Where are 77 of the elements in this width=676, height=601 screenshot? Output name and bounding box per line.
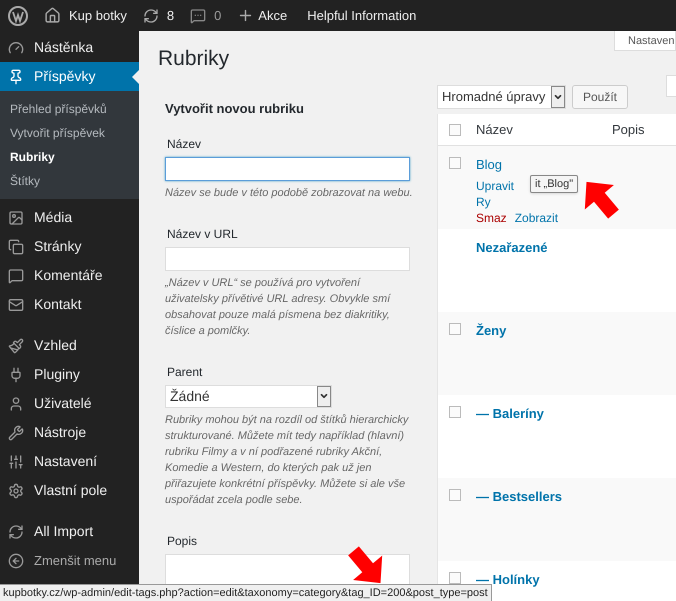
sidebar-item[interactable]: All Import <box>0 517 139 546</box>
column-header[interactable]: Název <box>476 120 612 140</box>
field-label: Parent <box>166 364 204 380</box>
category-name-link[interactable]: Nezařazené <box>476 238 548 258</box>
description-textarea[interactable] <box>165 554 410 584</box>
field-hint: „Název v URL“ se používá pro vytvoření uživatelsky přívětivé URL adresy. Obvykle smí obsahovat pouze malá písmena bez diakritiky, číslice a pomlčky. <box>165 276 392 338</box>
sliders-icon <box>8 454 24 470</box>
submenu-item[interactable]: Vytvořit příspěvek <box>0 121 139 145</box>
category-name-link[interactable]: — Bestsellers <box>476 487 562 506</box>
sidebar-item[interactable]: Stránky <box>0 232 139 261</box>
row-action-link[interactable]: Zobrazit <box>514 210 558 226</box>
checkbox[interactable] <box>449 323 461 335</box>
brush-icon <box>8 338 24 354</box>
checkbox[interactable] <box>449 124 461 136</box>
sidebar-item[interactable]: Vzhled <box>0 331 139 360</box>
field-label: Popis <box>166 532 198 550</box>
submenu-item[interactable]: Štítky <box>0 169 139 193</box>
bulk-actions-select[interactable]: Hromadné úpravy <box>437 85 566 109</box>
screen-options-tab[interactable]: Nastaven <box>614 31 676 51</box>
submenu-item[interactable]: Rubriky <box>0 145 139 169</box>
category-name-link[interactable]: — Baleríny <box>476 404 544 424</box>
comments-count[interactable]: 0 <box>214 6 222 26</box>
updates-icon <box>142 8 159 24</box>
apply-button[interactable]: Použít <box>572 85 628 109</box>
dropdown-caret-icon <box>553 92 563 102</box>
sidebar-item[interactable]: Pluginy <box>0 360 139 389</box>
checkbox[interactable] <box>449 572 461 584</box>
updates-count[interactable]: 8 <box>166 6 174 26</box>
sidebar-item[interactable]: Uživatelé <box>0 389 139 418</box>
submenu-item[interactable]: Přehled příspěvků <box>0 97 139 121</box>
row-action-link[interactable]: Upravit <box>476 178 514 194</box>
sidebar-item[interactable]: Kontakt <box>0 290 139 319</box>
sidebar-item[interactable]: Komentáře <box>0 261 139 290</box>
tooltip: it „Blog" <box>530 175 578 193</box>
field-label: Název v URL <box>166 226 239 242</box>
pages-icon <box>8 238 24 254</box>
page-title: Rubriky <box>158 46 230 72</box>
sidebar-item[interactable]: Vlastní pole <box>0 476 139 505</box>
pin-icon <box>8 68 24 84</box>
site-name-link[interactable]: Kup botky <box>69 6 127 26</box>
image-icon <box>8 210 24 226</box>
user-icon <box>8 396 24 412</box>
delete-link[interactable]: Smaz <box>476 210 507 226</box>
field-hint: Název se bude v této podobě zobrazovat na webu. <box>165 186 413 200</box>
refresh-icon <box>8 524 24 540</box>
home-icon <box>44 7 61 24</box>
field-label: Název <box>166 136 202 152</box>
field-hint: Rubriky mohou být na rozdíl od štítků hierarchicky strukturované. Můžete mít tedy například (hlavní) rubriku Filmy a v ní podřazené rubriky Akční, Komedie a Western, do kterých pak už jen přiřazujete konkrétní příspěvky. Můžete si ale vše uspořádat zcela podle sebe. <box>165 412 410 508</box>
status-bar-url: kupbotky.cz/wp-admin/edit-tags.php?action=edit&taxonomy=category&tag_ID=200&post_type=post <box>0 584 492 601</box>
comment-icon <box>8 268 24 284</box>
parent-select[interactable]: Žádné <box>165 384 332 408</box>
collapse-menu-button[interactable]: Zmenšit menu <box>0 548 139 574</box>
current-indicator-icon <box>132 70 139 84</box>
text-field[interactable] <box>165 156 410 180</box>
gauge-icon <box>8 40 24 56</box>
checkbox[interactable] <box>449 406 461 418</box>
category-name-link[interactable]: Ženy <box>476 321 506 340</box>
checkbox[interactable] <box>449 489 461 501</box>
sidebar-item[interactable]: Příspěvky <box>0 62 139 91</box>
dropdown-caret-icon <box>319 391 329 401</box>
category-name-link[interactable]: Blog <box>476 155 558 174</box>
collapse-icon <box>8 553 24 569</box>
mail-icon <box>8 296 24 312</box>
helpful-information-link[interactable]: Helpful Information <box>307 6 416 26</box>
settings-icon <box>8 482 24 498</box>
sidebar-item[interactable]: Nástěnka <box>0 33 139 62</box>
sidebar-item[interactable]: Nastavení <box>0 447 139 476</box>
checkbox[interactable] <box>449 157 461 169</box>
form-heading: Vytvořit novou rubriku <box>165 100 305 118</box>
row-action-link[interactable]: Ry <box>476 194 491 210</box>
new-link[interactable]: Akce <box>258 6 288 26</box>
sidebar-item[interactable]: Média <box>0 203 139 232</box>
wrench-icon <box>8 424 24 440</box>
sidebar-item[interactable]: Nástroje <box>0 418 139 447</box>
wordpress-logo-icon[interactable] <box>8 6 28 26</box>
column-header[interactable]: Popis <box>612 120 645 140</box>
comment-icon <box>190 8 206 24</box>
